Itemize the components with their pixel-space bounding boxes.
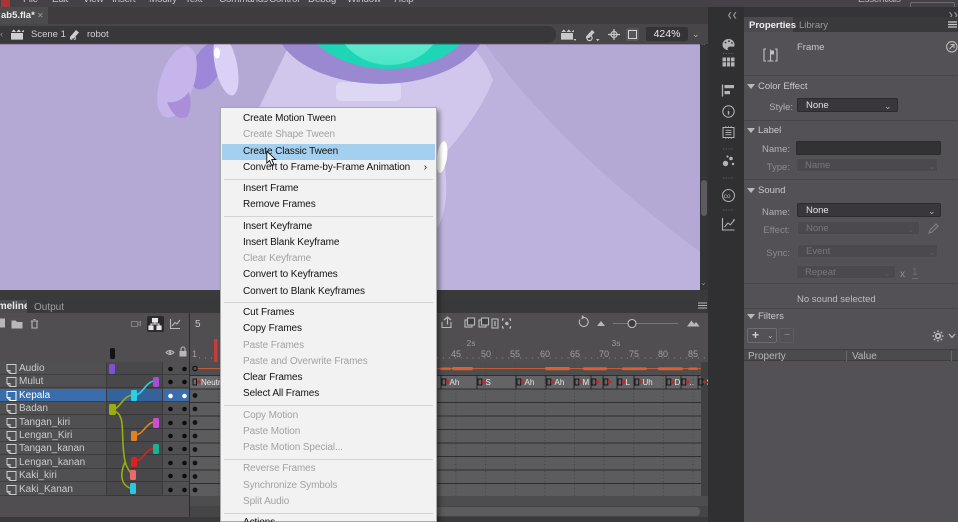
svg-text:50: 50 <box>481 349 491 359</box>
svg-text:45: 45 <box>451 349 461 359</box>
svg-text:Ah: Ah <box>525 378 535 387</box>
svg-text:Ah: Ah <box>450 378 460 387</box>
svg-text:Neutr: Neutr <box>201 378 221 387</box>
svg-text:co: co <box>724 193 731 200</box>
svg-text:1: 1 <box>192 349 197 359</box>
svg-text:..: .. <box>690 378 694 387</box>
svg-text:S: S <box>486 378 491 387</box>
svg-text:D: D <box>675 378 681 387</box>
svg-text:5: 5 <box>195 319 201 330</box>
svg-text:2s: 2s <box>467 338 476 348</box>
svg-text:60: 60 <box>540 349 550 359</box>
svg-text:75: 75 <box>629 349 639 359</box>
svg-text:Uh: Uh <box>643 378 653 387</box>
svg-text:L: L <box>626 378 631 387</box>
svg-text:M: M <box>583 378 590 387</box>
svg-text:Ah: Ah <box>555 378 565 387</box>
svg-text:65: 65 <box>570 349 580 359</box>
svg-text:3s: 3s <box>612 338 621 348</box>
